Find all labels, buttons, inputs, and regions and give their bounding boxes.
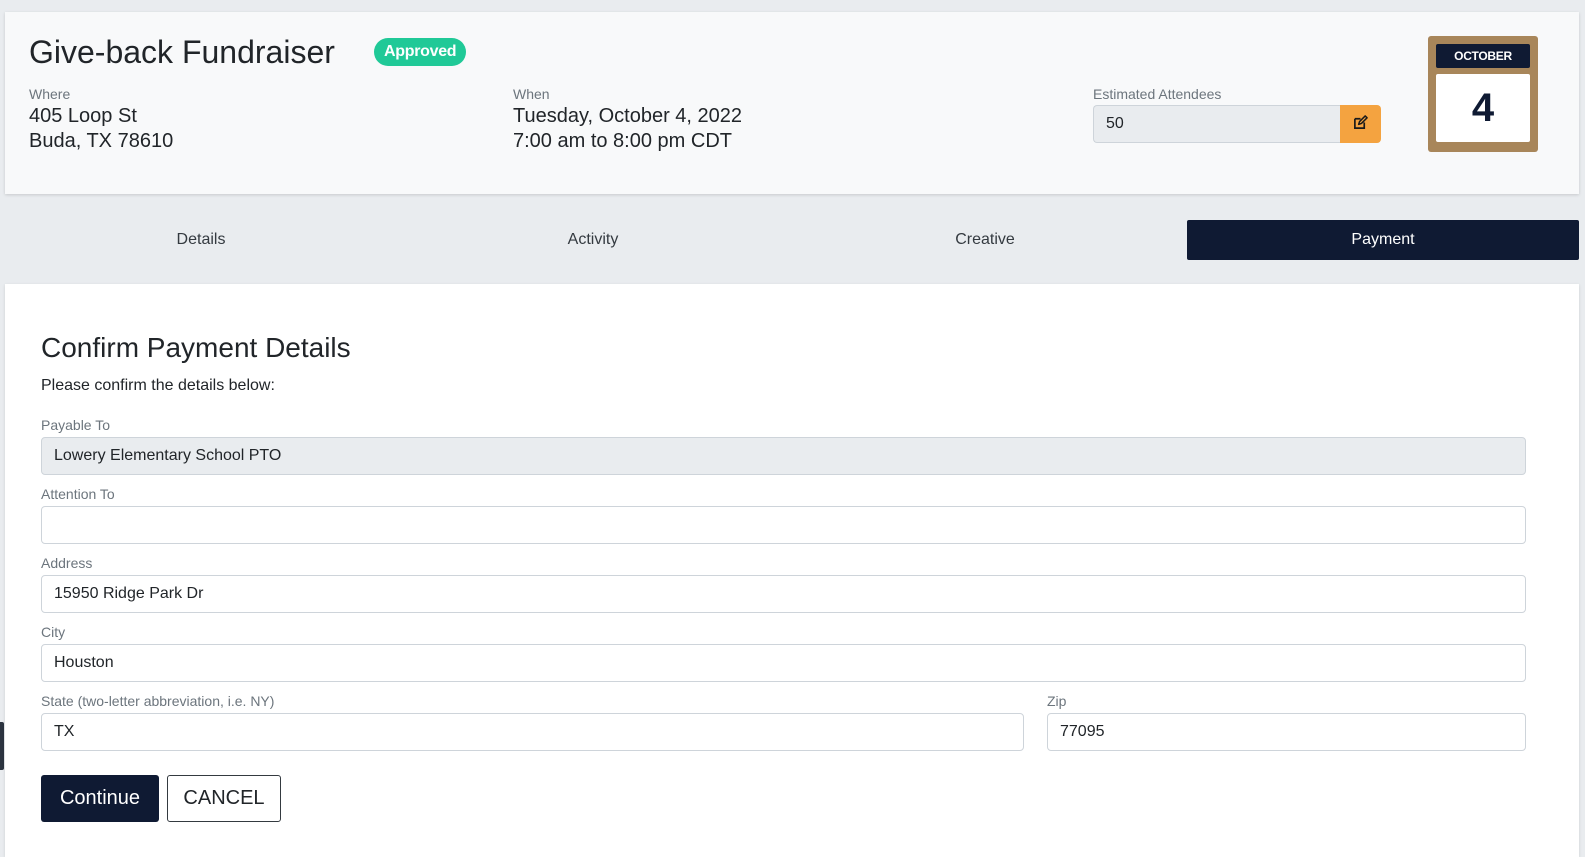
when-date: Tuesday, October 4, 2022 xyxy=(513,105,743,127)
state-field[interactable] xyxy=(41,713,1024,751)
status-badge: Approved xyxy=(374,38,467,66)
calendar-month: OCTOBER xyxy=(1436,44,1530,68)
address-field[interactable] xyxy=(41,575,1526,613)
where-address-line1: 405 Loop St xyxy=(29,105,137,127)
tab-activity[interactable]: Activity xyxy=(397,220,789,260)
city-field[interactable] xyxy=(41,644,1526,682)
address-label: Address xyxy=(41,555,93,571)
tab-payment[interactable]: Payment xyxy=(1187,220,1579,260)
event-title: Give-back Fundraiser xyxy=(29,34,335,70)
form-title: Confirm Payment Details xyxy=(41,332,351,363)
payable-to-field[interactable] xyxy=(41,437,1526,475)
form-subtitle: Please confirm the details below: xyxy=(41,377,275,394)
attention-to-label: Attention To xyxy=(41,486,115,502)
attention-to-field[interactable] xyxy=(41,506,1526,544)
city-label: City xyxy=(41,624,66,640)
calendar-date-widget: OCTOBER 4 xyxy=(1428,36,1538,152)
when-label: When xyxy=(513,86,550,102)
when-time: 7:00 am to 8:00 pm CDT xyxy=(513,130,732,152)
continue-button[interactable]: Continue xyxy=(41,775,159,822)
state-label: State (two-letter abbreviation, i.e. NY) xyxy=(41,693,275,709)
attendees-input-group xyxy=(1093,105,1381,143)
payable-to-label: Payable To xyxy=(41,417,111,433)
calendar-day: 4 xyxy=(1436,74,1530,142)
cancel-button[interactable]: CANCEL xyxy=(167,775,281,822)
where-label: Where xyxy=(29,86,71,102)
event-header: Give-back Fundraiser Approved Where 405 … xyxy=(5,12,1579,194)
payment-form-card: Confirm Payment Details Please confirm t… xyxy=(5,284,1579,857)
tab-details[interactable]: Details xyxy=(5,220,397,260)
zip-field[interactable] xyxy=(1047,713,1526,751)
tab-bar: Details Activity Creative Payment xyxy=(5,220,1579,260)
zip-label: Zip xyxy=(1047,693,1067,709)
attendees-input[interactable] xyxy=(1093,105,1340,143)
tab-creative[interactable]: Creative xyxy=(789,220,1181,260)
where-address-line2: Buda, TX 78610 xyxy=(29,130,174,152)
attendees-label: Estimated Attendees xyxy=(1093,86,1222,102)
side-panel-handle[interactable] xyxy=(0,722,4,770)
edit-attendees-button[interactable] xyxy=(1340,105,1381,143)
edit-icon xyxy=(1353,115,1368,133)
